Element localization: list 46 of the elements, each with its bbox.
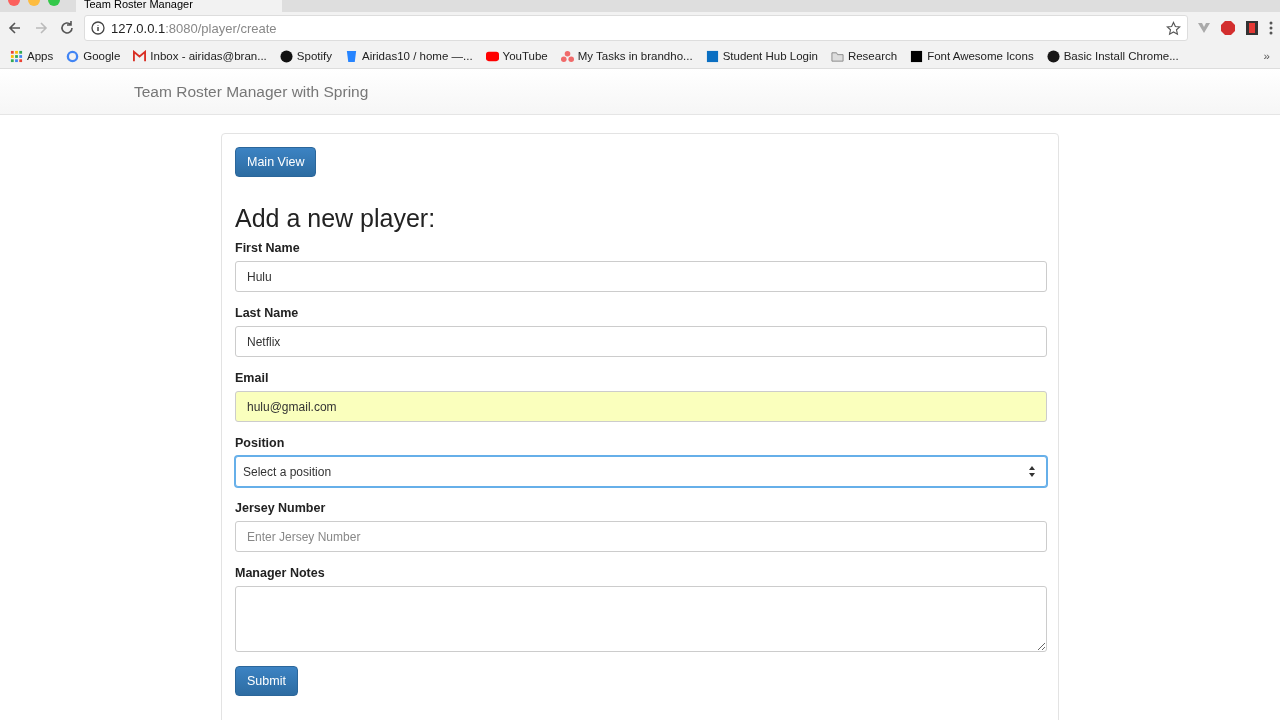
field-label: Manager Notes	[235, 566, 326, 580]
dropdown-arrows-icon	[1029, 466, 1035, 477]
form-heading: Add a new player:	[235, 204, 437, 233]
address-bar[interactable]: 127.0.0.1:8080/player/create	[84, 15, 1188, 41]
field-label: First Name	[235, 241, 301, 255]
square-icon	[705, 49, 719, 63]
submit-button[interactable]: Submit	[235, 666, 298, 696]
bookmark[interactable]: Font Awesome Icons	[910, 49, 1034, 63]
reload-icon[interactable]	[58, 19, 76, 37]
circle-icon	[1046, 49, 1060, 63]
bookmark[interactable]: YouTube	[485, 49, 548, 63]
bookmark[interactable]: Airidas10 / home —...	[345, 49, 473, 63]
bookmark[interactable]: Apps	[10, 49, 54, 63]
notes-field[interactable]	[235, 586, 1047, 652]
text-field[interactable]: hulu@gmail.com	[235, 391, 1047, 422]
brand-title[interactable]: Team Roster Manager with Spring	[134, 82, 369, 101]
field-label: Position	[235, 436, 286, 450]
more-bookmarks-button[interactable]: »	[1263, 50, 1270, 62]
dots-icon	[560, 49, 574, 63]
apps-grid-icon	[10, 49, 23, 63]
bookmark[interactable]: Google	[66, 49, 121, 63]
text-field[interactable]: Hulu	[235, 261, 1047, 292]
bookmark[interactable]: Inbox - airidas@bran...	[133, 49, 267, 63]
bookmark[interactable]: Research	[830, 49, 898, 63]
square-icon	[910, 49, 924, 63]
text-field[interactable]: Netflix	[235, 326, 1047, 357]
folder-icon	[830, 49, 844, 63]
main-view-button[interactable]: Main View	[235, 147, 317, 177]
bookmark[interactable]: My Tasks in brandho...	[560, 49, 693, 63]
star-icon[interactable]	[1166, 20, 1181, 36]
field-label: Email	[235, 371, 270, 385]
browser-tab[interactable]: Team Roster Manager	[76, 0, 282, 12]
circle-icon	[279, 49, 293, 63]
mail-icon	[133, 49, 147, 63]
field-label: Jersey Number	[235, 501, 327, 515]
text-field[interactable]: Enter Jersey Number	[235, 521, 1047, 552]
info-icon[interactable]	[91, 21, 105, 35]
film-icon[interactable]	[1244, 20, 1260, 36]
field-label: Last Name	[235, 306, 300, 320]
menu-icon[interactable]	[1268, 20, 1274, 36]
bucket-icon	[345, 49, 358, 63]
stop-sign-icon[interactable]	[1220, 20, 1236, 36]
bookmark[interactable]: Basic Install Chrome...	[1046, 49, 1179, 63]
bookmark[interactable]: Spotify	[279, 49, 332, 63]
select-field[interactable]: Select a position	[235, 456, 1047, 487]
bookmark[interactable]: Student Hub Login	[705, 49, 818, 63]
